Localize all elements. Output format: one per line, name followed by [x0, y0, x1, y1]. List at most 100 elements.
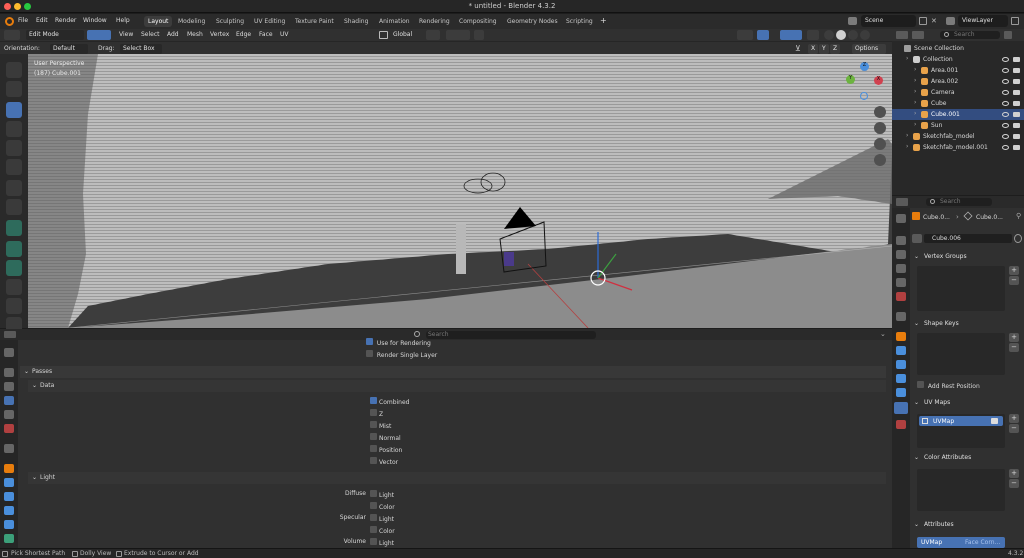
view-layer-tab-icon[interactable]: [896, 264, 906, 273]
visibility-eye-icon[interactable]: [1002, 145, 1009, 150]
axis-z-toggle[interactable]: Z: [830, 44, 840, 54]
rendered-shading-icon[interactable]: [860, 30, 870, 40]
pass-row[interactable]: Vector: [370, 457, 398, 466]
passes-panel-header[interactable]: ⌄ Passes: [20, 366, 886, 378]
pass-row[interactable]: Combined: [370, 397, 409, 406]
remove-color-attribute-button[interactable]: −: [1009, 479, 1019, 488]
pass-checkbox[interactable]: [370, 409, 377, 416]
pan-hand-icon[interactable]: [874, 122, 886, 134]
wireframe-shading-icon[interactable]: [824, 30, 834, 40]
expand-chevron-icon[interactable]: ›: [914, 66, 916, 73]
visibility-eye-icon[interactable]: [1002, 68, 1009, 73]
tab-modeling[interactable]: Modeling: [174, 16, 209, 27]
light-subpanel-header[interactable]: ⌄ Light: [28, 472, 886, 484]
add-workspace-button[interactable]: +: [600, 16, 607, 25]
constraints-tab-icon[interactable]: [4, 520, 14, 529]
diffuse-light-checkbox[interactable]: [370, 490, 377, 497]
add-rest-position-checkbox[interactable]: [917, 381, 924, 388]
outliner-item[interactable]: › Sketchfab_model.001: [892, 142, 1024, 153]
render-tab-icon[interactable]: [896, 236, 906, 245]
menu-view[interactable]: View: [119, 31, 133, 38]
material-shading-icon[interactable]: [848, 30, 858, 40]
render-camera-icon[interactable]: [1013, 134, 1020, 139]
specular-color-row[interactable]: Color: [370, 526, 395, 535]
editor-type-icon[interactable]: [4, 30, 20, 40]
scene-tab-icon[interactable]: [896, 278, 906, 287]
remove-shape-key-button[interactable]: −: [1009, 343, 1019, 352]
outliner-item[interactable]: › Sun: [892, 120, 1024, 131]
expand-chevron-icon[interactable]: ›: [914, 110, 916, 117]
gizmo-z-axis[interactable]: Z: [860, 62, 869, 71]
transform-tool-icon[interactable]: [6, 159, 22, 175]
view-layer-icon[interactable]: [946, 17, 955, 25]
physics-tab-icon[interactable]: [896, 374, 906, 383]
shape-keys-list[interactable]: [917, 333, 1005, 375]
props-search-input[interactable]: Search: [926, 198, 992, 206]
mesh-name-field[interactable]: Cube.006: [924, 234, 1012, 243]
menu-mesh[interactable]: Mesh: [187, 31, 203, 38]
menu-face[interactable]: Face: [259, 31, 273, 38]
pass-row[interactable]: Mist: [370, 421, 391, 430]
remove-uv-map-button[interactable]: −: [1009, 424, 1019, 433]
modifiers-tab-icon[interactable]: [4, 478, 14, 487]
pin-icon[interactable]: ⚲: [1016, 212, 1022, 220]
particles-tab-icon[interactable]: [4, 492, 14, 501]
vertex-groups-header[interactable]: ⌄ Vertex Groups: [912, 251, 1024, 263]
visibility-eye-icon[interactable]: [1002, 123, 1009, 128]
render-camera-icon[interactable]: [1013, 90, 1020, 95]
camera-icon[interactable]: [991, 418, 998, 424]
mode-selector[interactable]: Edit Mode: [26, 30, 84, 40]
extrude-region-tool-icon[interactable]: [6, 241, 22, 257]
menu-select[interactable]: Select: [141, 31, 160, 38]
view-layer-selector[interactable]: ViewLayer: [958, 15, 1008, 27]
orientation-selector[interactable]: Default: [50, 44, 88, 54]
tab-rendering[interactable]: Rendering: [415, 16, 454, 27]
tool-tab-icon[interactable]: [896, 214, 906, 223]
collection-tab-icon[interactable]: [896, 312, 906, 321]
scale-tool-icon[interactable]: [6, 140, 22, 156]
specular-light-row[interactable]: Light: [370, 514, 394, 523]
tab-uv-editing[interactable]: UV Editing: [250, 16, 289, 27]
add-vertex-group-button[interactable]: +: [1009, 266, 1019, 275]
outliner-item[interactable]: › Collection: [892, 54, 1024, 65]
use-for-rendering-checkbox[interactable]: [366, 338, 373, 345]
axis-y-toggle[interactable]: Y: [819, 44, 829, 54]
menu-edge[interactable]: Edge: [236, 31, 251, 38]
outliner-search-input[interactable]: Search: [940, 31, 1000, 39]
render-camera-icon[interactable]: [1013, 112, 1020, 117]
visibility-eye-icon[interactable]: [1002, 101, 1009, 106]
pass-checkbox[interactable]: [370, 445, 377, 452]
fake-user-icon[interactable]: [1014, 234, 1022, 243]
solid-shading-icon[interactable]: [836, 30, 846, 40]
vertex-groups-list[interactable]: [917, 266, 1005, 311]
outliner-item[interactable]: › Area.001: [892, 65, 1024, 76]
pass-checkbox[interactable]: [370, 421, 377, 428]
tool-tab-icon[interactable]: [4, 348, 14, 357]
tab-shading[interactable]: Shading: [340, 16, 372, 27]
mesh-browse-icon[interactable]: [912, 234, 922, 243]
particles-tab-icon[interactable]: [896, 360, 906, 369]
use-for-rendering-row[interactable]: Use for Rendering: [366, 338, 431, 347]
visibility-eye-icon[interactable]: [1002, 79, 1009, 84]
tab-layout[interactable]: Layout: [144, 16, 173, 27]
visibility-eye-icon[interactable]: [1002, 57, 1009, 62]
menu-window[interactable]: Window: [83, 17, 107, 24]
axis-x-toggle[interactable]: X: [808, 44, 818, 54]
specular-light-checkbox[interactable]: [370, 514, 377, 521]
loop-cut-tool-icon[interactable]: [6, 298, 22, 314]
visibility-eye-icon[interactable]: [1002, 112, 1009, 117]
render-camera-icon[interactable]: [1013, 101, 1020, 106]
outliner-item[interactable]: › Sketchfab_model: [892, 131, 1024, 142]
copy-view-layer-icon[interactable]: [1011, 17, 1019, 25]
output-tab-icon[interactable]: [4, 382, 14, 391]
gizmo-toggle-icon[interactable]: [757, 30, 769, 40]
chevron-down-icon[interactable]: ⌄: [880, 330, 886, 338]
uv-map-item[interactable]: UVMap: [919, 416, 1003, 426]
data-subpanel-header[interactable]: ⌄ Data: [28, 380, 886, 392]
tab-geometry-nodes[interactable]: Geometry Nodes: [503, 16, 562, 27]
data-tab-icon[interactable]: [4, 534, 14, 543]
proportional-edit-icon[interactable]: [474, 30, 484, 40]
measure-tool-icon[interactable]: [6, 199, 22, 215]
scene-selector[interactable]: Scene: [861, 15, 916, 27]
attributes-header[interactable]: ⌄ Attributes: [912, 519, 1024, 531]
